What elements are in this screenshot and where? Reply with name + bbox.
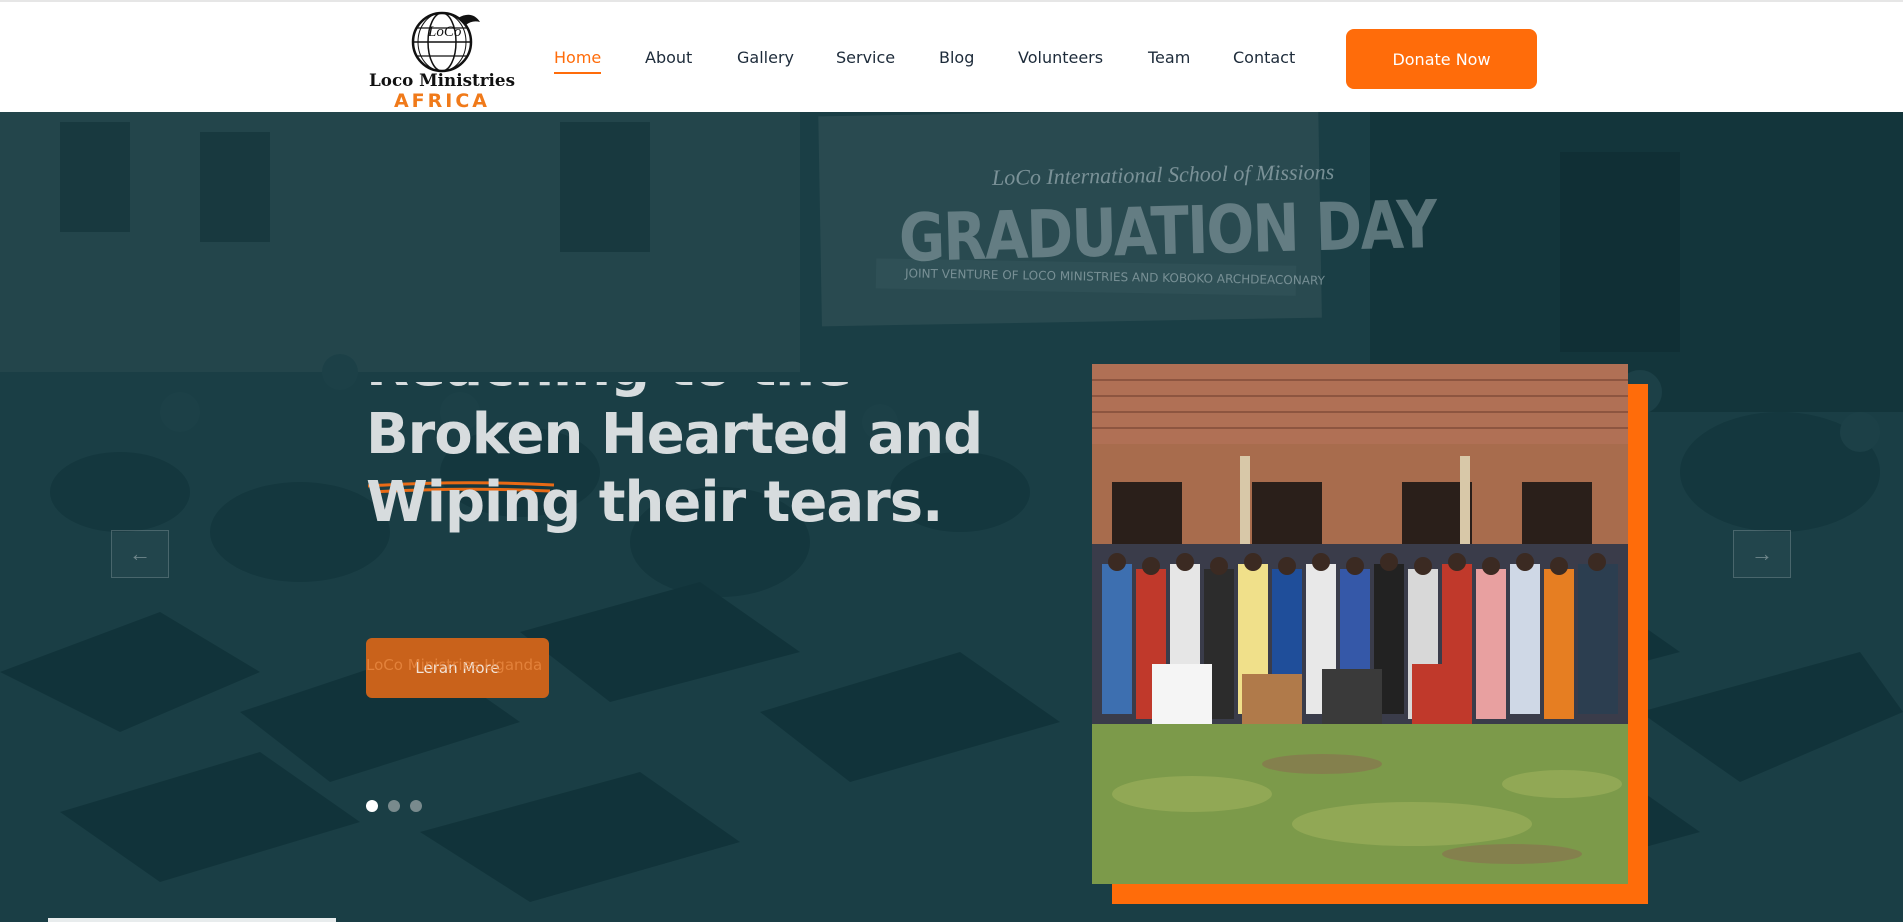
- nav-contact[interactable]: Contact: [1233, 48, 1295, 67]
- slider-prev-button[interactable]: ←: [111, 530, 169, 578]
- donate-button[interactable]: Donate Now: [1346, 29, 1537, 89]
- banner-graduation-day: GRADUATION DAY: [898, 185, 1437, 277]
- nav-home[interactable]: Home: [554, 48, 602, 74]
- bottom-progress-line: [48, 918, 336, 922]
- nav-gallery[interactable]: Gallery: [737, 48, 794, 67]
- nav-service[interactable]: Service: [836, 48, 895, 67]
- nav-volunteers[interactable]: Volunteers: [1018, 48, 1103, 67]
- arrow-right-icon: →: [1751, 541, 1773, 566]
- headline-line-2: Broken Hearted and: [366, 402, 983, 494]
- arrow-left-icon: ←: [129, 541, 151, 566]
- group-photo: [1092, 364, 1628, 884]
- globe-icon: [411, 11, 480, 73]
- nav-team[interactable]: Team: [1148, 48, 1190, 67]
- logo-top-text: LoCo: [427, 24, 462, 40]
- site-logo[interactable]: LoCo Loco Ministries AFRICA: [366, 6, 518, 112]
- logo-region-text: AFRICA: [394, 90, 490, 112]
- site-header: LoCo Loco Ministries AFRICA Home About G…: [0, 0, 1903, 112]
- hero-headline: Reaching to the Broken Hearted and Wipin…: [366, 382, 1046, 672]
- headline-rest: Hearted and: [582, 402, 983, 467]
- headline-highlight: Broken: [366, 402, 583, 467]
- headline-line-partial: Reaching to the: [366, 382, 852, 399]
- slider-dot-1[interactable]: [366, 800, 378, 812]
- headline-line-3: Wiping their tears.: [366, 470, 943, 535]
- hero-slider: LoCo International School of Missions GR…: [0, 112, 1903, 922]
- learn-more-button[interactable]: Leran More: [366, 638, 549, 698]
- slider-dot-3[interactable]: [410, 800, 422, 812]
- slider-next-button[interactable]: →: [1733, 530, 1791, 578]
- nav-about[interactable]: About: [645, 48, 692, 67]
- logo-name-text: Loco Ministries: [369, 71, 515, 91]
- slider-dot-2[interactable]: [388, 800, 400, 812]
- nav-blog[interactable]: Blog: [939, 48, 974, 67]
